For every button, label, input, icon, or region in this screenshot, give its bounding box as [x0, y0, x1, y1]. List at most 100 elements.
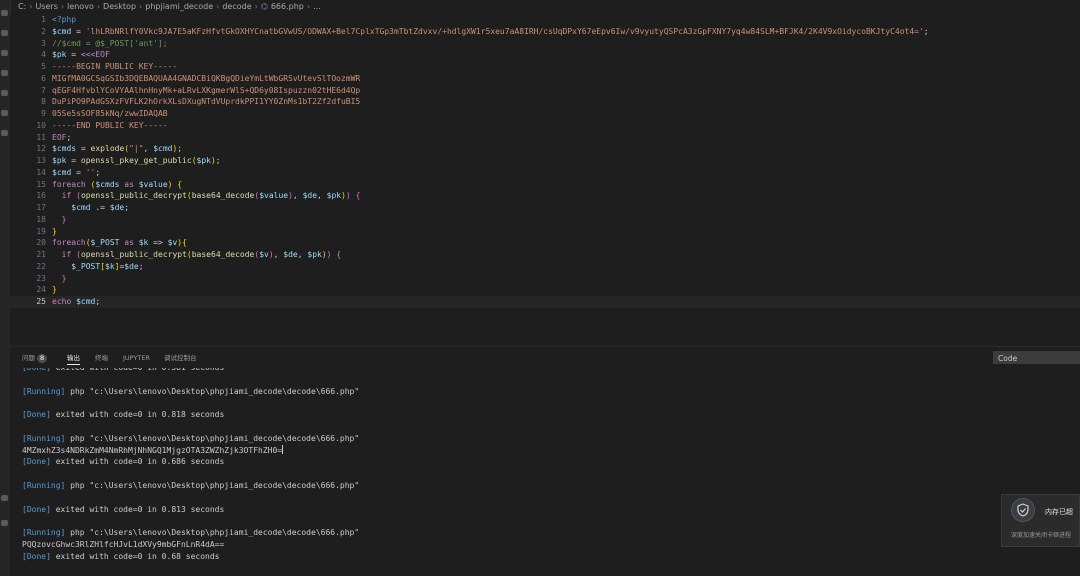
activity-bar-icon[interactable] [1, 110, 8, 116]
code-line[interactable]: 1 <?php [10, 14, 1080, 26]
code-token: $pk [307, 250, 322, 259]
code-token: = [76, 144, 91, 154]
output-line: [Running] php "c:\Users\lenovo\Desktop\p… [22, 527, 359, 538]
output-text: php "c:\Users\lenovo\Desktop\phpjiami_de… [65, 386, 360, 396]
code-token: $cmd [52, 26, 72, 36]
code-line[interactable]: 21 if (openssl_public_decrypt(base64_dec… [10, 249, 1080, 261]
breadcrumb-item[interactable]: Users [35, 2, 57, 11]
code-editor[interactable]: 1 <?php 2 $cmd = 'lhLRbNRlfY0Vkc9JA7E5aKFzH… [10, 14, 1080, 346]
code-line[interactable]: 10 -----END PUBLIC KEY----- [10, 120, 1080, 132]
line-number: 4 [41, 50, 46, 60]
output-text: 4MZmxhZ3s4NDRkZmM4NmRhMjNhNGQ1MjgzOTA3ZW… [22, 445, 283, 455]
code-token: ; [177, 144, 183, 154]
code-line[interactable]: 24} [10, 284, 1080, 296]
panel-tab-label: 问题 [22, 354, 35, 362]
code-line[interactable]: 18 } [10, 214, 1080, 226]
output-text: exited with code=0 in 0.813 seconds [50, 504, 225, 514]
code-token: foreach [52, 238, 86, 248]
code-token: $cmd [52, 167, 72, 177]
line-number: 12 [36, 144, 46, 154]
code-line[interactable]: 22 $_POST[$k]=$de; [10, 261, 1080, 273]
output-status-label: [Done] [22, 368, 51, 372]
code-token: $k [138, 238, 149, 248]
panel-tab-label: 终端 [95, 354, 108, 362]
panel-tab[interactable]: 调试控制台 [164, 352, 197, 364]
panel-tab[interactable]: 问题 8 [22, 352, 48, 364]
code-token: $v [259, 250, 269, 259]
code-token: , [273, 250, 284, 259]
code-line[interactable]: 13 $pk = openssl_pkey_get_public($pk); [10, 155, 1080, 167]
code-token: openssl_public_decrypt [80, 250, 187, 259]
code-line[interactable]: 9 05Se5sSOF85kNq/zwwIDAQAB [10, 108, 1080, 120]
activity-bar-icon[interactable] [1, 70, 8, 76]
code-line[interactable]: 2 $cmd = 'lhLRbNRlfY0Vkc9JA7E5aKFzHfvtGkO… [10, 26, 1080, 38]
code-line[interactable]: 15 foreach ($cmds as $value) { [10, 179, 1080, 191]
line-number: 2 [41, 26, 46, 36]
code-line[interactable]: 20 foreach($_POST as $k => $v){ [10, 237, 1080, 249]
breadcrumb-item[interactable]: phpjiami_decode [145, 2, 213, 11]
output-text: php "c:\Users\lenovo\Desktop\phpjiami_de… [65, 433, 360, 443]
notification-toast[interactable]: 内存已超 深度加速关闭卡顿进程 [1001, 494, 1080, 547]
code-text: foreach($_POST as $k => $v){ [52, 237, 187, 249]
breadcrumb-item[interactable]: C: [18, 2, 26, 11]
code-line[interactable]: 4 $pk = <<<EOF [10, 49, 1080, 61]
code-line[interactable]: 17 $cmd .= $de; [10, 202, 1080, 214]
code-line[interactable]: 19} [10, 226, 1080, 238]
activity-bar-icon[interactable] [1, 130, 8, 136]
output-status-label: [Running] [22, 386, 66, 396]
code-line[interactable]: 8 DuPiPO9PAdGSXzFVFLK2hOrkXLsDXugNTdVUprd… [10, 96, 1080, 108]
code-token: $de [302, 191, 318, 201]
panel-tab[interactable]: 终端 [95, 352, 108, 364]
code-token: EOF [52, 132, 67, 142]
output-channel-select[interactable]: Code ⌄ [993, 351, 1080, 364]
output-line: [Done] exited with code=0 in 0.68 second… [22, 551, 219, 562]
code-text: MIGfMA0GCSqGSIb3DQEBAQUAA4GNADCBiQKBgQDi… [52, 73, 360, 85]
code-token: 'lhLRbNRlfY0Vkc9JA7E5aKFzHfvtGkOXHYCnatb… [85, 26, 924, 36]
code-text: if (openssl_public_decrypt(base64_decode… [52, 249, 342, 261]
code-token: } [52, 285, 57, 295]
breadcrumb-item[interactable]: lenovo [67, 2, 94, 11]
code-line[interactable]: 25 echo $cmd; [10, 296, 1080, 308]
activity-bar-icon[interactable] [1, 50, 8, 56]
line-number: 11 [36, 132, 46, 142]
activity-bar-icon[interactable] [1, 520, 8, 526]
code-token: => [148, 238, 168, 248]
code-text: $cmd = ''; [52, 167, 100, 179]
code-line[interactable]: 7 qEGF4HfvblYCoVYAAlhnHnyMk+aLRvLXKgmerWl… [10, 85, 1080, 97]
toast-text: 深度加速关闭卡顿进程 [1011, 532, 1072, 539]
code-token: $de [283, 250, 298, 259]
code-line[interactable]: 5 -----BEGIN PUBLIC KEY----- [10, 61, 1080, 73]
output-panel[interactable]: [Done] exited with code=0 in 0.581 secon… [10, 368, 1080, 576]
code-line[interactable]: 14 $cmd = ''; [10, 167, 1080, 179]
code-line[interactable]: 16 if (openssl_public_decrypt(base64_dec… [10, 190, 1080, 202]
breadcrumb-item[interactable]: decode [222, 2, 251, 11]
activity-bar-icon[interactable] [1, 10, 8, 16]
panel-header: 问题8 输出 终端 JUPYTER 调试控制台 Code ⌄ [10, 346, 1080, 369]
code-line[interactable]: 23 } [10, 273, 1080, 285]
activity-bar-icon[interactable] [1, 90, 8, 96]
breadcrumb-item[interactable]: Desktop [103, 2, 136, 11]
code-line[interactable]: 11 EOF; [10, 132, 1080, 144]
panel-tab[interactable]: 输出 [67, 352, 80, 365]
code-line[interactable]: 6 MIGfMA0GCSqGSIb3DQEBAQUAA4GNADCBiQKBgQD… [10, 73, 1080, 85]
code-token: $v [167, 238, 178, 248]
line-number: 10 [36, 120, 46, 130]
line-number: 13 [36, 156, 46, 165]
breadcrumb-symbol[interactable]: ... [313, 2, 321, 11]
activity-bar-icon[interactable] [1, 30, 8, 36]
activity-bar-icon[interactable] [1, 495, 8, 501]
output-line: [Running] php "c:\Users\lenovo\Desktop\p… [22, 480, 359, 491]
code-text: DuPiPO9PAdGSXzFVFLK2hOrkXLsDXugNTdVUprdk… [52, 96, 360, 108]
code-text: EOF; [52, 132, 71, 144]
code-token: = [66, 50, 81, 60]
code-token: $pk [52, 156, 67, 165]
code-line[interactable]: 12 $cmds = explode("|", $cmd); [10, 143, 1080, 155]
code-token: if [61, 250, 72, 259]
code-token: base64_decode [191, 250, 255, 259]
code-token: MIGfMA0GCSqGSIb3DQEBAQUAA4GNADCBiQKBgQDi… [52, 73, 361, 83]
line-number: 6 [41, 73, 46, 83]
chevron-right-icon: › [139, 2, 143, 11]
breadcrumb-file[interactable]: 666.php [271, 2, 304, 11]
code-line[interactable]: 3 //$cmd = @$_POST['ant']; [10, 38, 1080, 50]
panel-tab[interactable]: JUPYTER [123, 352, 150, 364]
